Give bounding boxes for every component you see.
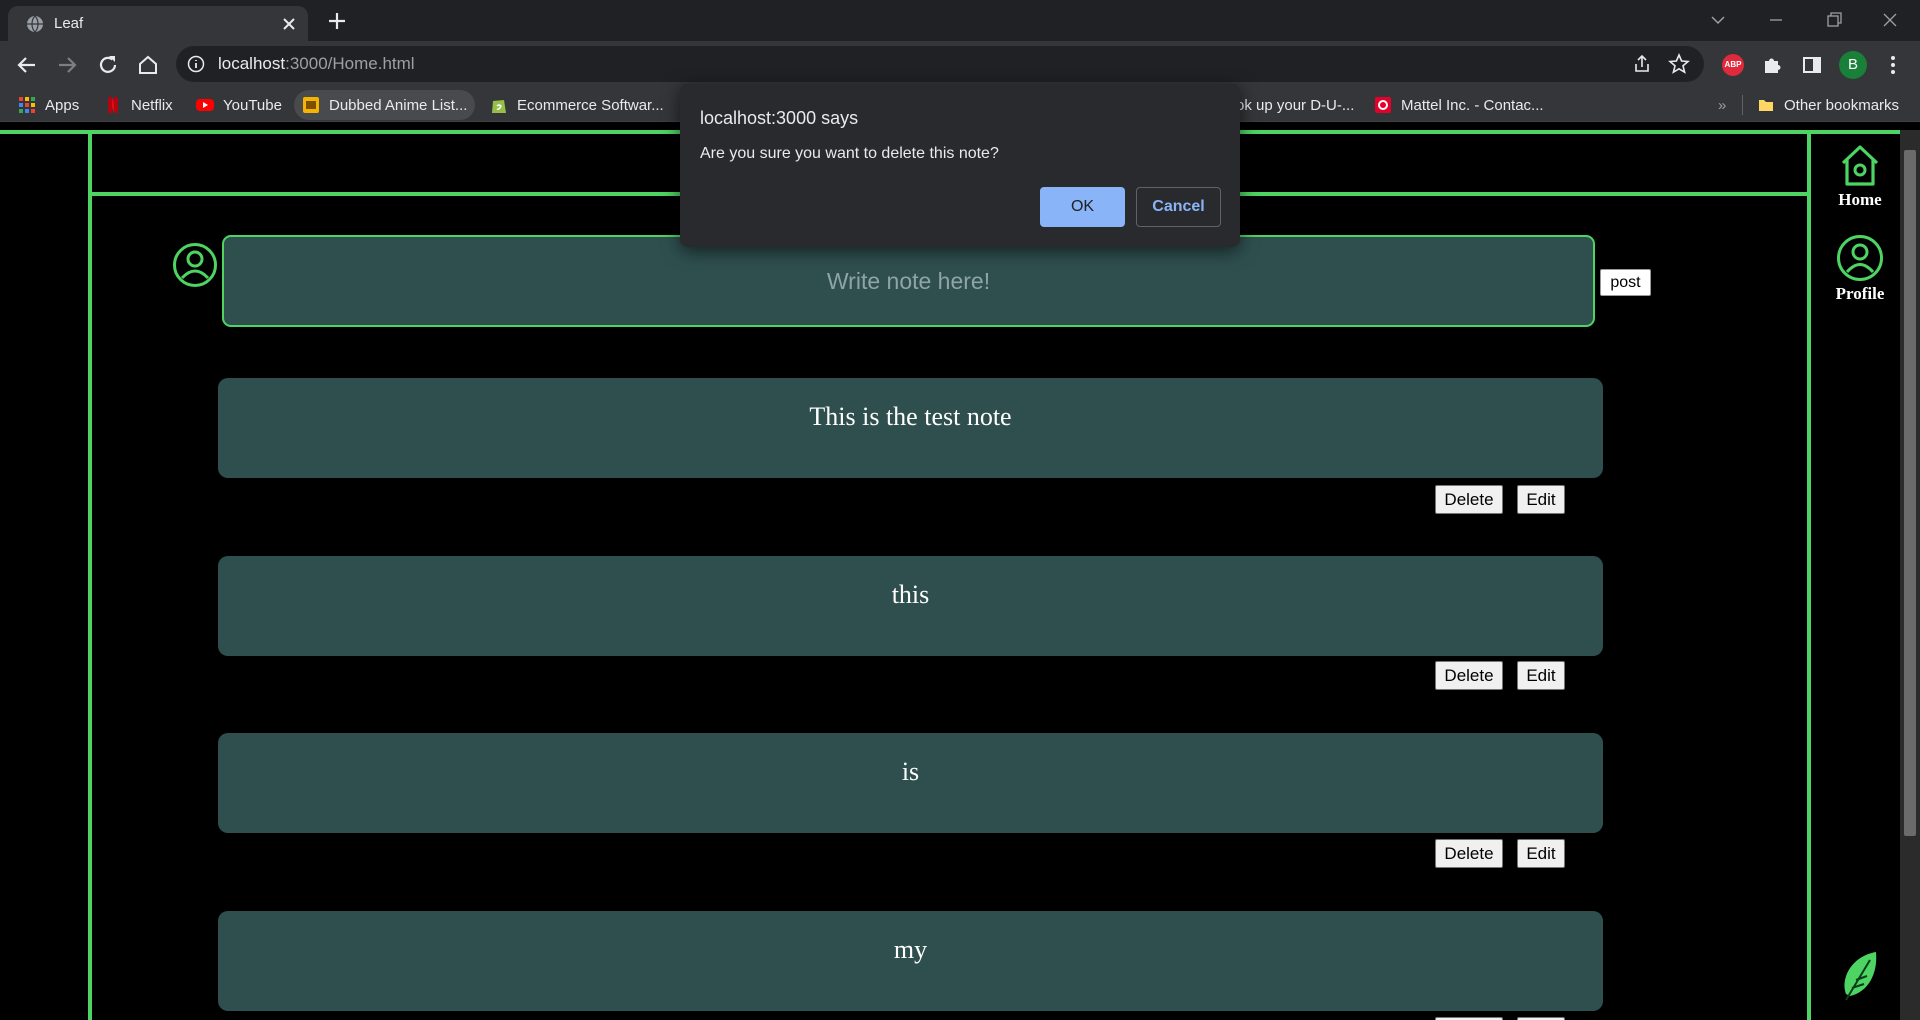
kebab-menu-icon[interactable] (1882, 54, 1904, 76)
folder-icon (1759, 100, 1773, 111)
user-avatar-icon (173, 243, 217, 287)
frame-right-border (1807, 130, 1811, 1020)
tab-search-chevron-icon[interactable] (1706, 9, 1730, 31)
edit-note-button[interactable]: Edit (1517, 485, 1565, 514)
scrollbar-thumb[interactable] (1904, 150, 1916, 836)
page-scrollbar[interactable] (1900, 130, 1920, 1020)
close-tab-icon[interactable] (279, 14, 299, 34)
back-arrow-icon[interactable] (14, 52, 40, 78)
netflix-icon (108, 97, 118, 113)
url-text: localhost:3000/Home.html (218, 54, 415, 74)
post-button[interactable]: post (1600, 269, 1651, 296)
confirm-dialog: localhost:3000 says Are you sure you wan… (680, 84, 1240, 247)
bookmark-ecommerce[interactable]: Ecommerce Softwar... (490, 88, 664, 122)
tab-bar: Leaf (0, 0, 1920, 41)
leaf-logo-icon (1844, 952, 1877, 1001)
extensions-puzzle-icon[interactable] (1761, 54, 1783, 76)
bookmark-label: Ecommerce Softwar... (517, 96, 664, 114)
note-text: is (901, 757, 920, 786)
bookmark-label: Mattel Inc. - Contac... (1401, 96, 1544, 114)
restore-icon[interactable] (1822, 9, 1846, 31)
forward-arrow-icon[interactable] (54, 52, 80, 78)
site-info-icon[interactable] (187, 55, 205, 73)
cancel-button[interactable]: Cancel (1136, 187, 1221, 227)
share-icon[interactable] (1632, 54, 1652, 74)
bookmarks-overflow-chevron[interactable]: » (1718, 88, 1726, 122)
url-host: localhost (218, 54, 286, 73)
adblock-extension-icon[interactable]: ABP (1722, 54, 1744, 76)
bookmark-mattel[interactable]: Mattel Inc. - Contac... (1374, 88, 1544, 122)
delete-note-button[interactable]: Delete (1435, 839, 1503, 868)
note-card: is (218, 733, 1603, 833)
other-bookmarks-label: Other bookmarks (1784, 96, 1900, 114)
bookmark-youtube[interactable]: YouTube (196, 88, 282, 122)
bookmark-duns[interactable]: ok up your D-U-... (1236, 88, 1354, 122)
bookmark-apps[interactable]: Apps (18, 88, 79, 122)
bookmark-dubbed-anime[interactable]: Dubbed Anime List... (294, 90, 476, 120)
url-path: :3000/Home.html (285, 54, 415, 73)
note-text: This is the test note (809, 402, 1012, 431)
bookmarks-divider (1742, 95, 1743, 115)
bookmark-favicon (303, 97, 319, 113)
minimize-icon[interactable] (1764, 9, 1788, 31)
side-panel-icon[interactable] (1801, 54, 1823, 76)
profile-avatar-icon[interactable]: B (1839, 51, 1867, 79)
delete-note-button[interactable]: Delete (1435, 485, 1503, 514)
reload-icon[interactable] (95, 52, 121, 78)
note-card: my (218, 911, 1603, 1011)
home-icon[interactable] (135, 52, 161, 78)
sidebar-item-profile[interactable]: Profile (1825, 234, 1895, 304)
dialog-title: localhost:3000 says (700, 108, 859, 128)
close-window-icon[interactable] (1878, 9, 1902, 31)
edit-note-button[interactable]: Edit (1517, 839, 1565, 868)
bookmark-label: Netflix (131, 96, 173, 114)
globe-icon (27, 15, 43, 33)
profile-icon (1837, 235, 1883, 281)
sidebar-item-label: Profile (1835, 284, 1885, 303)
sidebar-item-label: Home (1838, 190, 1882, 209)
note-input[interactable] (222, 235, 1595, 327)
frame-left-border (88, 130, 92, 1020)
bookmark-label: YouTube (223, 96, 282, 114)
page-viewport: post This is the test note Delete Edit t… (0, 130, 1920, 1020)
ok-button[interactable]: OK (1040, 187, 1125, 227)
edit-note-button[interactable]: Edit (1517, 661, 1565, 690)
youtube-icon (196, 99, 214, 111)
bookmark-label: Apps (45, 96, 80, 114)
tab-leaf[interactable]: Leaf (8, 6, 308, 41)
note-text: this (891, 580, 930, 609)
bookmark-netflix[interactable]: Netflix (104, 88, 173, 122)
bookmark-star-icon[interactable] (1668, 53, 1690, 75)
new-tab-icon[interactable] (326, 10, 348, 32)
mattel-icon (1375, 97, 1391, 113)
browser-toolbar: localhost:3000/Home.html ABP B (0, 41, 1920, 88)
home-icon (1841, 145, 1879, 186)
apps-grid-icon (19, 97, 35, 113)
shopify-icon (492, 100, 506, 113)
note-card: this (218, 556, 1603, 656)
note-text: my (893, 935, 928, 964)
address-bar[interactable]: localhost:3000/Home.html (176, 46, 1704, 82)
bookmark-label: ok up your D-U-... (1236, 96, 1355, 114)
sidebar-item-home[interactable]: Home (1825, 142, 1895, 210)
bookmark-label: Dubbed Anime List... (329, 96, 468, 114)
other-bookmarks[interactable]: Other bookmarks (1757, 88, 1899, 122)
note-card: This is the test note (218, 378, 1603, 478)
dialog-message: Are you sure you want to delete this not… (700, 145, 999, 162)
tab-title: Leaf (54, 15, 84, 32)
delete-note-button[interactable]: Delete (1435, 661, 1503, 690)
